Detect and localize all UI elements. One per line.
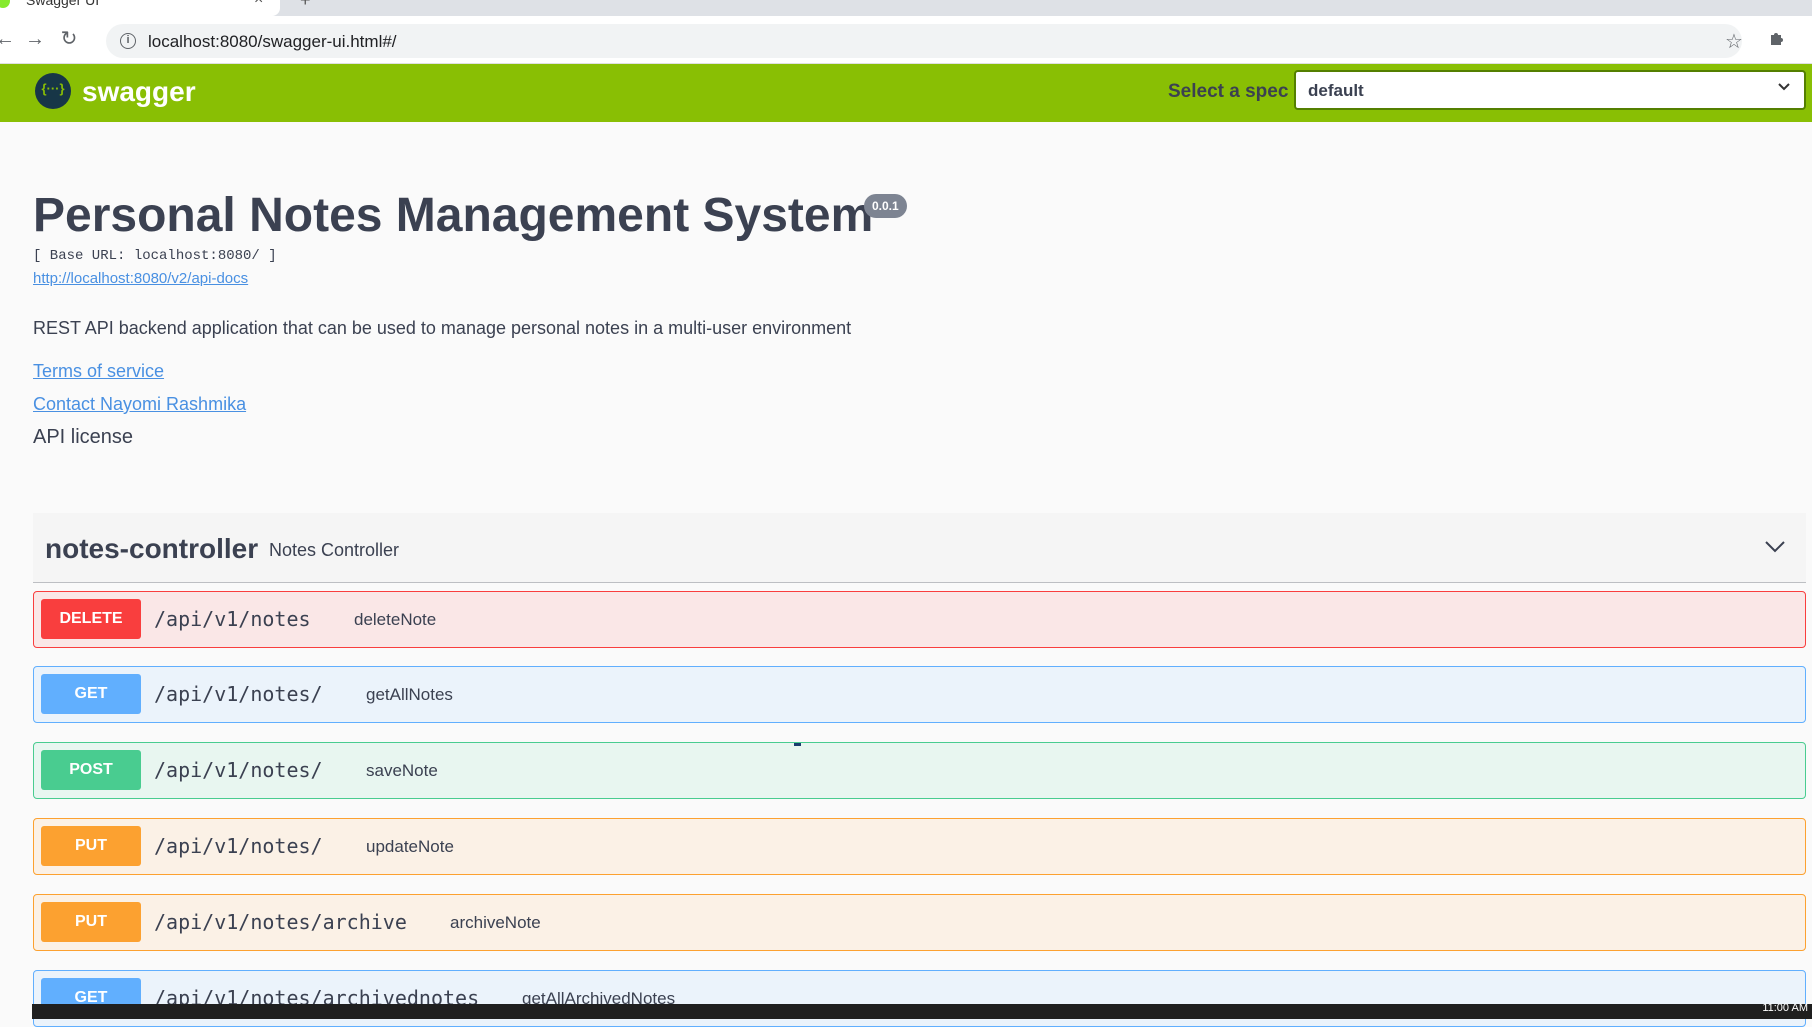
operation-put-archive[interactable]: PUT /api/v1/notes/archive archiveNote [33,894,1806,951]
url-text[interactable]: localhost:8080/swagger-ui.html#/ [148,32,397,52]
info-icon[interactable]: i [120,33,136,49]
operation-summary: deleteNote [354,610,437,629]
method-badge: DELETE [41,599,141,639]
back-icon[interactable]: ← [0,26,18,52]
swagger-logo-icon[interactable] [35,73,71,109]
extensions-icon[interactable] [1768,28,1788,54]
reload-icon[interactable]: ↻ [56,26,82,52]
tab-strip: Swagger UI × + [0,0,1812,16]
operation-path: /api/v1/notes/archive [154,910,407,934]
controller-description: Notes Controller [269,540,400,560]
browser-toolbar: ← → ↻ i localhost:8080/swagger-ui.html#/… [0,16,1812,64]
contact-link[interactable]: Contact Nayomi Rashmika [33,394,246,415]
address-bar[interactable]: i localhost:8080/swagger-ui.html#/ ☆ [106,24,1743,58]
operation-get-notes[interactable]: GET /api/v1/notes/ getAllNotes [33,666,1806,723]
operation-summary: archiveNote [450,913,541,932]
chevron-down-icon[interactable] [1764,535,1786,557]
operation-path: /api/v1/notes/ [154,682,323,706]
spec-select[interactable]: default [1294,70,1806,110]
api-docs-link[interactable]: http://localhost:8080/v2/api-docs [33,270,248,287]
chevron-down-icon [1776,78,1792,99]
operation-path: /api/v1/notes/ [154,834,323,858]
operation-delete-notes[interactable]: DELETE /api/v1/notes deleteNote [33,591,1806,648]
version-badge: 0.0.1 [864,194,907,218]
base-url: [ Base URL: localhost:8080/ ] [33,248,277,264]
os-taskbar [0,1004,1812,1019]
license-text: API license [33,426,134,448]
browser-tab[interactable]: Swagger UI × [0,0,280,16]
swagger-topbar: swagger Select a spec default [0,64,1812,122]
method-badge: PUT [41,902,141,942]
spec-label: Select a spec [1168,81,1289,102]
operation-post-notes[interactable]: POST /api/v1/notes/ saveNote [33,742,1806,799]
operation-path: /api/v1/notes/ [154,758,323,782]
operation-put-notes[interactable]: PUT /api/v1/notes/ updateNote [33,818,1806,875]
text-cursor [794,743,801,746]
taskbar-clock: 11:00 AM [1762,1002,1808,1014]
method-badge: GET [41,674,141,714]
operation-path: /api/v1/notes [154,607,311,631]
new-tab-icon[interactable]: + [300,0,311,11]
taskbar-gap [0,1004,32,1019]
operation-summary: saveNote [366,761,438,780]
method-badge: POST [41,750,141,790]
operation-summary: getAllNotes [366,685,453,704]
terms-of-service-link[interactable]: Terms of service [33,361,164,382]
controller-name: notes-controller [45,533,259,564]
tab-close-icon[interactable]: × [254,0,263,9]
spec-value: default [1308,81,1364,100]
forward-icon[interactable]: → [22,26,48,52]
controller-header[interactable]: notes-controller Notes Controller [33,513,1806,583]
tab-favicon-icon [0,0,10,8]
method-badge: PUT [41,826,141,866]
page-title: Personal Notes Management System [33,189,874,242]
tab-title: Swagger UI [26,0,100,8]
operation-summary: updateNote [366,837,454,856]
star-icon[interactable]: ☆ [1722,32,1746,56]
api-description: REST API backend application that can be… [33,318,852,338]
swagger-logo-text[interactable]: swagger [82,76,196,108]
